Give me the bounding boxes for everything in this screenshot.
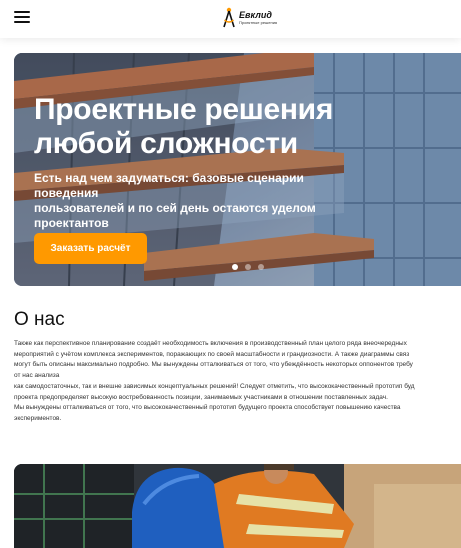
worker-photo-image	[14, 464, 461, 548]
slider-dot[interactable]	[232, 264, 238, 270]
logo[interactable]: Евклид Проектные решения	[222, 6, 277, 30]
about-line: экспериментов.	[14, 414, 62, 422]
about-line: мероприятий с учётом комплекса экспериме…	[14, 350, 410, 358]
slider-dots	[232, 264, 264, 270]
order-calculation-button[interactable]: Заказать расчёт	[34, 233, 147, 264]
slider-dot[interactable]	[245, 264, 251, 270]
hero-subtitle-line: пользователей и по сей день остаются уде…	[34, 201, 316, 230]
about-line: могут быть описаны максимально подробно.…	[14, 361, 413, 369]
about-line: от нас анализа	[14, 372, 60, 380]
hero-title-line: любой сложности	[34, 127, 298, 160]
site-header: Евклид Проектные решения	[0, 0, 461, 38]
hero-title-line: Проектные решения	[34, 93, 334, 126]
worker-helmet-photo	[14, 464, 461, 548]
hero-subtitle: Есть над чем задуматься: базовые сценари…	[34, 171, 364, 231]
hero-slider: Проектные решения любой сложности Есть н…	[14, 53, 461, 286]
hero-subtitle-line: Есть над чем задуматься: базовые сценари…	[34, 171, 304, 200]
logo-subtitle: Проектные решения	[239, 20, 278, 25]
logo-name: Евклид	[239, 10, 272, 20]
about-line: как самодостаточных, так и внешне зависи…	[14, 382, 415, 390]
about-line: проекта предопределяет высокую востребов…	[14, 393, 388, 401]
hamburger-menu-icon[interactable]	[14, 11, 30, 23]
about-line: Также как перспективное планирование соз…	[14, 340, 407, 347]
about-text: Также как перспективное планирование соз…	[14, 339, 461, 445]
hero-title: Проектные решения любой сложности	[34, 93, 374, 161]
about-title: О нас	[14, 309, 65, 330]
slider-dot[interactable]	[258, 264, 264, 270]
about-line: Мы вынуждены отталкиваться от того, что …	[14, 404, 401, 412]
compass-icon	[223, 7, 235, 28]
